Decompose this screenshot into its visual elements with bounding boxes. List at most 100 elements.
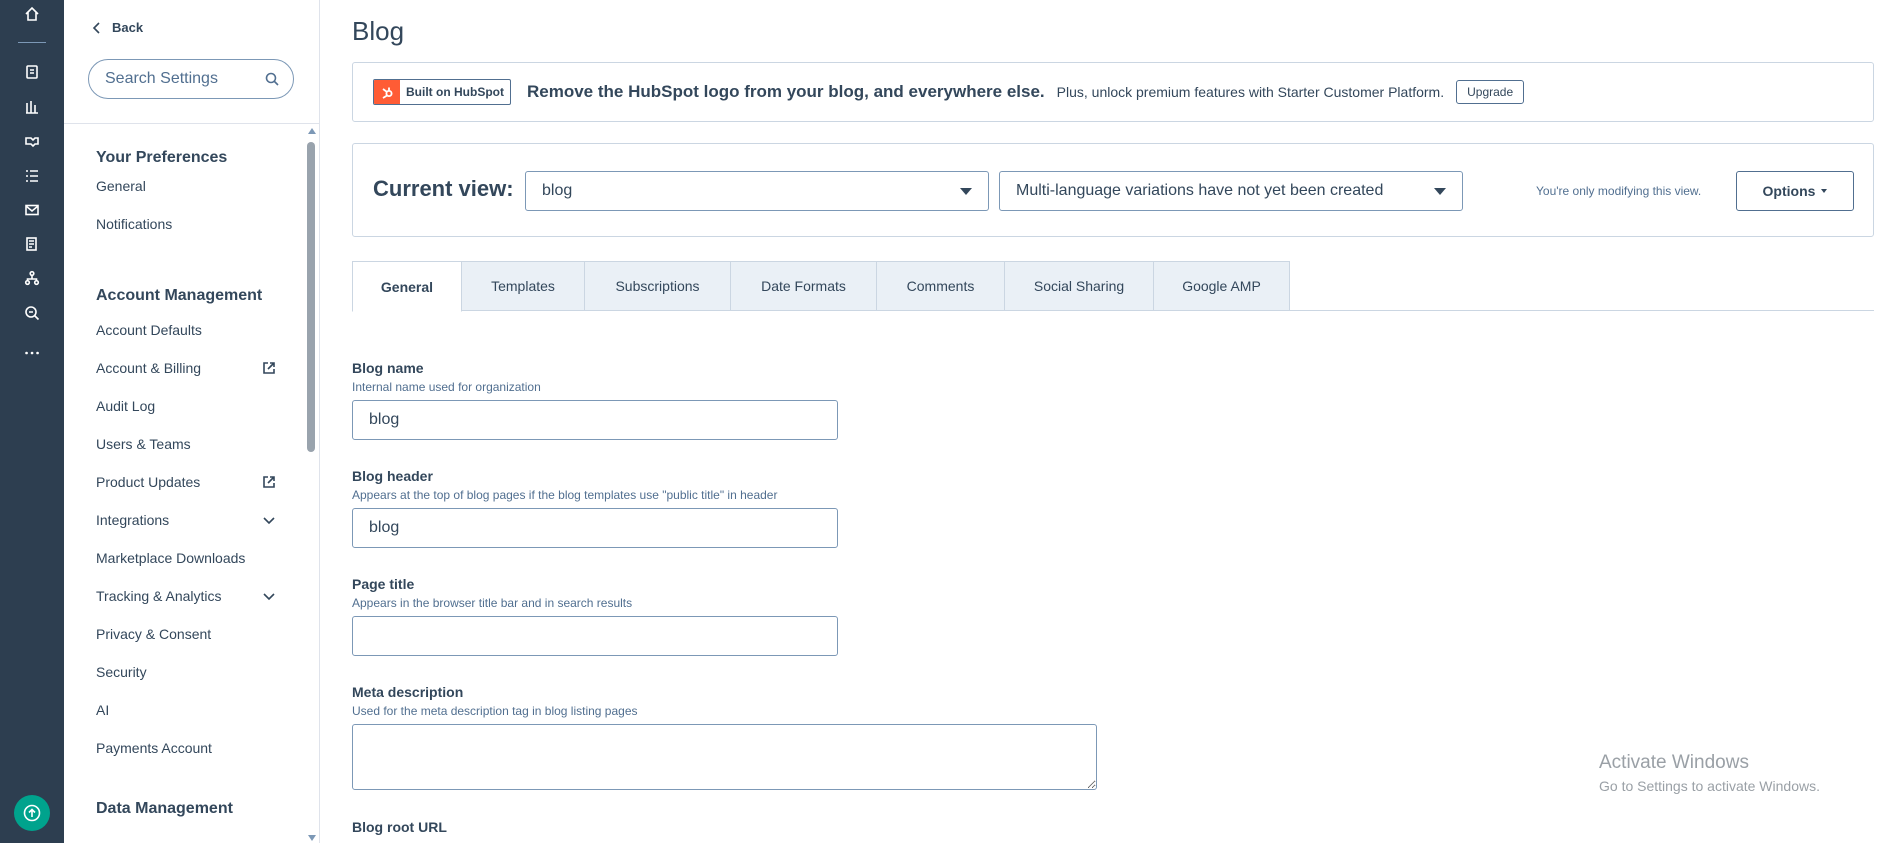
tab-templates[interactable]: Templates <box>462 261 585 311</box>
tab-comments[interactable]: Comments <box>877 261 1005 311</box>
upgrade-button[interactable]: Upgrade <box>1456 80 1525 104</box>
language-select[interactable]: Multi-language variations have not yet b… <box>999 171 1463 211</box>
sidebar-item-notifications[interactable]: Notifications <box>96 216 276 232</box>
sidebar-item-payments-account[interactable]: Payments Account <box>96 740 276 756</box>
sidebar-item-privacy-consent[interactable]: Privacy & Consent <box>96 626 276 642</box>
reporting-icon[interactable] <box>20 301 44 325</box>
field-help: Internal name used for organization <box>352 380 541 394</box>
language-select-value: Multi-language variations have not yet b… <box>1016 182 1384 199</box>
options-button[interactable]: Options <box>1736 171 1854 211</box>
caret-down-icon <box>1434 187 1446 195</box>
email-icon[interactable] <box>20 198 44 222</box>
field-blog-name: Blog name Internal name used for organiz… <box>352 360 838 440</box>
blog-select[interactable]: blog <box>525 171 989 211</box>
settings-sidebar: Back Your Preferences General Notificati… <box>64 0 320 843</box>
watermark-subtitle: Go to Settings to activate Windows. <box>1599 778 1820 794</box>
page-title-input[interactable] <box>352 616 838 656</box>
back-label: Back <box>112 20 144 35</box>
contacts-icon[interactable] <box>20 60 44 84</box>
more-icon[interactable] <box>20 341 44 365</box>
caret-down-icon <box>960 187 972 195</box>
field-page-title: Page title Appears in the browser title … <box>352 576 838 656</box>
sidebar-item-label: Notifications <box>96 216 173 232</box>
help-button[interactable] <box>14 795 50 831</box>
sidebar-item-integrations[interactable]: Integrations <box>96 512 276 528</box>
section-heading-data-management: Data Management <box>96 800 233 817</box>
search-icon[interactable] <box>265 72 279 86</box>
sidebar-item-security[interactable]: Security <box>96 664 276 680</box>
section-heading-account-management: Account Management <box>96 287 263 304</box>
sidebar-item-label: Users & Teams <box>96 436 191 452</box>
tab-subscriptions[interactable]: Subscriptions <box>585 261 731 311</box>
sidebar-item-label: Audit Log <box>96 398 156 414</box>
section-heading-your-preferences: Your Preferences <box>96 149 228 166</box>
chevron-down-icon <box>263 593 275 601</box>
sidebar-item-label: Marketplace Downloads <box>96 550 246 566</box>
scroll-up-arrow-icon[interactable] <box>308 128 316 134</box>
upgrade-banner: Built on HubSpot Remove the HubSpot logo… <box>352 62 1874 122</box>
hubspot-logo-icon <box>374 80 400 104</box>
sidebar-item-tracking-analytics[interactable]: Tracking & Analytics <box>96 588 276 604</box>
current-view-panel: Current view: blog Multi-language variat… <box>352 143 1874 237</box>
activate-windows-watermark: Activate Windows Go to Settings to activ… <box>1599 752 1820 794</box>
automation-icon[interactable] <box>20 266 44 290</box>
sidebar-item-marketplace-downloads[interactable]: Marketplace Downloads <box>96 550 276 566</box>
chevron-left-icon <box>92 21 100 34</box>
current-view-label: Current view: <box>373 176 514 201</box>
tab-general[interactable]: General <box>352 261 462 312</box>
tab-date-formats[interactable]: Date Formats <box>731 261 877 311</box>
sales-icon[interactable] <box>20 129 44 153</box>
app-root: Back Your Preferences General Notificati… <box>0 0 1900 843</box>
external-link-icon <box>263 476 275 488</box>
field-help: Used for the meta description tag in blo… <box>352 704 638 718</box>
sidebar-item-general[interactable]: General <box>96 178 276 194</box>
settings-search[interactable] <box>88 59 294 99</box>
tab-google-amp[interactable]: Google AMP <box>1154 261 1290 311</box>
scrollbar-thumb[interactable] <box>307 142 315 452</box>
blog-header-input[interactable] <box>352 508 838 548</box>
sidebar-item-ai[interactable]: AI <box>96 702 276 718</box>
field-label: Meta description <box>352 684 464 700</box>
caret-down-icon <box>1821 189 1828 193</box>
external-link-icon <box>263 362 275 374</box>
sidebar-item-account-defaults[interactable]: Account Defaults <box>96 322 276 338</box>
field-label: Blog name <box>352 360 424 376</box>
sidebar-item-users-teams[interactable]: Users & Teams <box>96 436 276 452</box>
scroll-down-arrow-icon[interactable] <box>308 835 316 841</box>
service-icon[interactable] <box>20 164 44 188</box>
sidebar-item-label: Account Defaults <box>96 322 202 338</box>
field-blog-header: Blog header Appears at the top of blog p… <box>352 468 838 548</box>
field-label: Blog header <box>352 468 433 484</box>
sidebar-item-account-billing[interactable]: Account & Billing <box>96 360 276 376</box>
marketing-icon[interactable] <box>20 95 44 119</box>
meta-description-textarea[interactable] <box>352 724 1097 790</box>
tab-social-sharing[interactable]: Social Sharing <box>1005 261 1154 311</box>
field-meta-description: Meta description Used for the meta descr… <box>352 684 1097 790</box>
settings-nav: Your Preferences General Notifications A… <box>96 124 296 843</box>
blog-select-value: blog <box>542 182 573 199</box>
sidebar-item-label: Account & Billing <box>96 360 202 376</box>
home-icon[interactable] <box>20 2 44 26</box>
field-help: Appears at the top of blog pages if the … <box>352 488 778 502</box>
blog-name-input[interactable] <box>352 400 838 440</box>
back-link[interactable]: Back <box>92 20 143 35</box>
sidebar-item-audit-log[interactable]: Audit Log <box>96 398 276 414</box>
sidebar-item-label: General <box>96 178 146 194</box>
content-icon[interactable] <box>20 232 44 256</box>
sidebar-item-label: Tracking & Analytics <box>96 588 222 604</box>
search-input[interactable] <box>105 70 255 88</box>
sidebar-item-product-updates[interactable]: Product Updates <box>96 474 276 490</box>
badge-text: Built on HubSpot <box>406 85 504 99</box>
sidebar-item-label: Privacy & Consent <box>96 626 212 642</box>
global-nav-rail <box>0 0 64 843</box>
built-on-hubspot-badge: Built on HubSpot <box>373 79 511 105</box>
sidebar-scrollbar[interactable] <box>306 128 318 843</box>
field-help: Appears in the browser title bar and in … <box>352 596 633 610</box>
sidebar-item-label: Payments Account <box>96 740 212 756</box>
sidebar-item-label: Integrations <box>96 512 170 528</box>
chevron-down-icon <box>263 517 275 525</box>
sidebar-item-label: Security <box>96 664 147 680</box>
banner-subtext: Plus, unlock premium features with Start… <box>1056 84 1445 100</box>
field-label: Blog root URL <box>352 819 447 835</box>
settings-tabs: General Templates Subscriptions Date For… <box>352 261 1874 312</box>
